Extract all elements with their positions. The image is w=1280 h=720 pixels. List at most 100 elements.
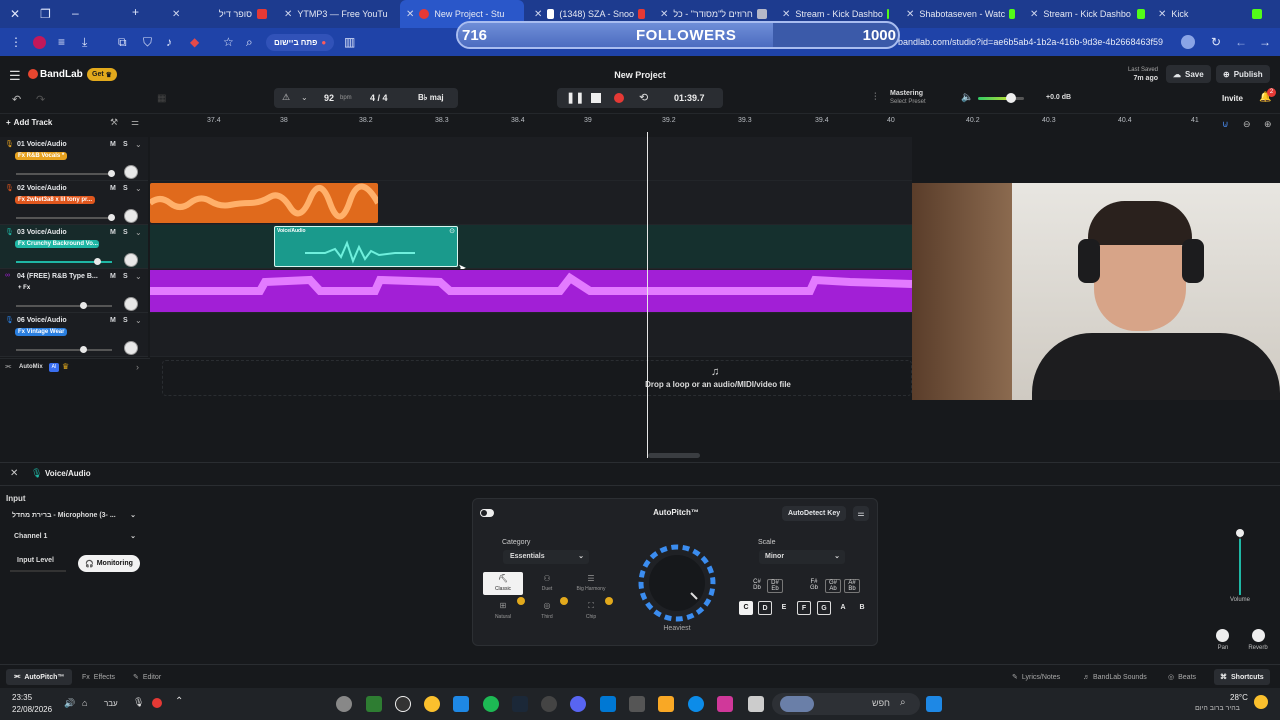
preset-big-harmony[interactable]: ☰ Big Harmony <box>570 572 612 595</box>
preset-natural[interactable]: ⊞ Natural <box>483 597 525 622</box>
input-device-select[interactable]: ברירת מחדל - Microphone (3- ... ⌄ <box>6 508 142 524</box>
clock-time[interactable]: 23:35 <box>12 693 32 702</box>
volume-fader[interactable] <box>1239 533 1241 595</box>
mute-button[interactable]: M <box>110 273 116 280</box>
chevron-up-icon[interactable]: ⌃ <box>175 696 183 707</box>
track-header[interactable]: 🎙 02 Voice/Audio Fx 2wbet3a8 x lil tony … <box>0 181 148 225</box>
steam-icon[interactable] <box>512 696 528 712</box>
metronome-icon[interactable]: ⚠ <box>282 92 290 103</box>
track-header[interactable]: ∞ 04 (FREE) R&B Type B... + Fx M S ⌄ <box>0 269 148 313</box>
category-select[interactable]: Essentials ⌄ <box>503 550 589 564</box>
minimize-icon[interactable]: – <box>72 6 79 20</box>
pause-icon[interactable]: ❚❚ <box>566 91 584 104</box>
track-name[interactable]: 02 Voice/Audio <box>17 185 67 192</box>
drop-zone[interactable] <box>162 360 912 396</box>
autopitch-toggle[interactable] <box>480 509 494 517</box>
mic-tray-icon[interactable]: 🎙 <box>133 697 144 708</box>
extension-red-icon[interactable]: ◆ <box>190 35 199 49</box>
key-e-button[interactable]: E <box>777 601 791 615</box>
audio-region-orange[interactable] <box>148 183 381 223</box>
preset-chip[interactable]: ⛶ Chip <box>570 597 613 622</box>
language-indicator[interactable]: עבר <box>104 699 118 708</box>
add-track-button[interactable]: + Add Track <box>6 118 52 127</box>
mastering-preset[interactable]: Select Preset <box>890 99 926 105</box>
sidebar-icon[interactable]: ▥ <box>344 35 355 49</box>
mute-button[interactable]: M <box>110 229 116 236</box>
add-fx-button[interactable]: + Fx <box>15 284 33 292</box>
invite-button[interactable]: Invite <box>1222 94 1243 103</box>
chevron-down-icon[interactable]: ⌄ <box>301 93 308 102</box>
save-button[interactable]: ☁ Save <box>1166 65 1211 83</box>
url-text[interactable]: bandlab.com/studio?id=ae6b5ab4-1b2a-416b… <box>898 37 1163 47</box>
pan-knob[interactable] <box>124 297 138 311</box>
speaker-icon[interactable]: 🔊 <box>64 698 75 709</box>
audio-region-purple[interactable] <box>150 270 913 312</box>
key-g-button[interactable]: G <box>817 601 831 615</box>
accidental-key-button[interactable]: F# Gb <box>806 579 822 593</box>
mute-button[interactable]: M <box>110 141 116 148</box>
settings-sliders-icon[interactable]: ⚌ <box>853 506 869 521</box>
mic-permission-icon[interactable] <box>1181 35 1195 49</box>
region-options-icon[interactable]: ⊙ <box>449 227 455 235</box>
chevron-down-icon[interactable]: ⌄ <box>135 272 142 281</box>
key-d-button[interactable]: D <box>758 601 772 615</box>
track-lane[interactable] <box>150 137 912 181</box>
app-icon[interactable] <box>453 696 469 712</box>
zoom-in-icon[interactable]: ⊕ <box>1264 119 1272 130</box>
channel-select[interactable]: Channel 1 ⌄ <box>6 529 142 545</box>
playlist-icon[interactable]: ≡ <box>58 35 65 49</box>
store-icon[interactable] <box>629 696 645 712</box>
volume-thumb[interactable] <box>80 302 87 309</box>
loop-icon[interactable]: ⟲ <box>639 91 648 104</box>
clock-date[interactable]: 22/08/2026 <box>12 705 52 714</box>
automix-row[interactable]: ⫘ AutoMix AI ♛ › <box>0 358 150 376</box>
publish-button[interactable]: ⊕ Publish <box>1216 65 1270 83</box>
strength-knob[interactable] <box>633 541 721 627</box>
scale-select[interactable]: Minor ⌄ <box>759 550 845 564</box>
track-volume-slider[interactable] <box>16 305 112 307</box>
browser-tab[interactable]: ✕ Kick <box>1152 0 1272 28</box>
open-in-app-pill[interactable]: פתח ביישום ● <box>266 34 335 51</box>
track-header[interactable]: 🎙 06 Voice/Audio Fx Vintage Wear M S ⌄ <box>0 313 148 357</box>
volume-fader-thumb[interactable] <box>1236 529 1244 537</box>
chevron-down-icon[interactable]: ⌄ <box>135 140 142 149</box>
accidental-key-button[interactable]: G# Ab <box>825 579 841 593</box>
bandlab-sounds-button[interactable]: ♬ BandLab Sounds <box>1083 669 1147 685</box>
track-header-selected[interactable]: 🎙 03 Voice/Audio Fx Crunchy Backround Vo… <box>0 225 148 269</box>
settings-app-icon[interactable] <box>336 696 352 712</box>
file-explorer-icon[interactable] <box>658 696 674 712</box>
timeline-ruler[interactable]: 37.4 38 38.2 38.3 38.4 39 39.2 39.3 39.4 40 40.2 40… <box>150 114 1280 132</box>
volume-thumb[interactable] <box>108 170 115 177</box>
app-icon[interactable] <box>541 696 557 712</box>
horizontal-scrollbar[interactable] <box>648 453 700 458</box>
start-icon[interactable] <box>926 696 942 712</box>
track-volume-slider[interactable] <box>16 349 112 351</box>
track-volume-slider[interactable] <box>16 217 112 219</box>
new-tab-icon[interactable]: + <box>132 5 139 19</box>
key-c-button[interactable]: C <box>739 601 753 615</box>
zoom-icon[interactable]: ⌕ <box>246 35 253 50</box>
download-icon[interactable]: ⤓ <box>82 35 87 50</box>
chevron-right-icon[interactable]: › <box>136 362 139 372</box>
network-icon[interactable]: ⌂ <box>82 698 87 708</box>
mastering-icon[interactable]: ⫶ <box>874 92 877 103</box>
reload-icon[interactable]: ↻ <box>1211 35 1221 49</box>
tab-autopitch[interactable]: ⫘ AutoPitch™ <box>6 669 73 685</box>
volume-thumb[interactable] <box>108 214 115 221</box>
weather-desc[interactable]: בהיר ברוב היום <box>1195 705 1240 712</box>
discord-icon[interactable] <box>570 696 586 712</box>
accidental-key-button[interactable]: D# Eb <box>767 579 783 593</box>
master-volume-thumb[interactable] <box>1006 93 1016 103</box>
volume-thumb[interactable] <box>80 346 87 353</box>
tray-app-icon[interactable] <box>152 698 162 708</box>
track-fx-label[interactable]: Fx Vintage Wear <box>15 328 68 336</box>
edge-icon[interactable] <box>688 696 704 712</box>
track-name[interactable]: 06 Voice/Audio <box>17 317 67 324</box>
volume-thumb[interactable] <box>94 258 101 265</box>
preset-third[interactable]: ◎ Third <box>527 597 568 622</box>
star-icon[interactable]: ☆ <box>223 35 234 49</box>
notepad-app-icon[interactable] <box>366 696 382 712</box>
shield-icon[interactable]: ⛉ <box>143 35 152 50</box>
solo-button[interactable]: S <box>123 185 128 192</box>
mute-button[interactable]: M <box>110 317 116 324</box>
